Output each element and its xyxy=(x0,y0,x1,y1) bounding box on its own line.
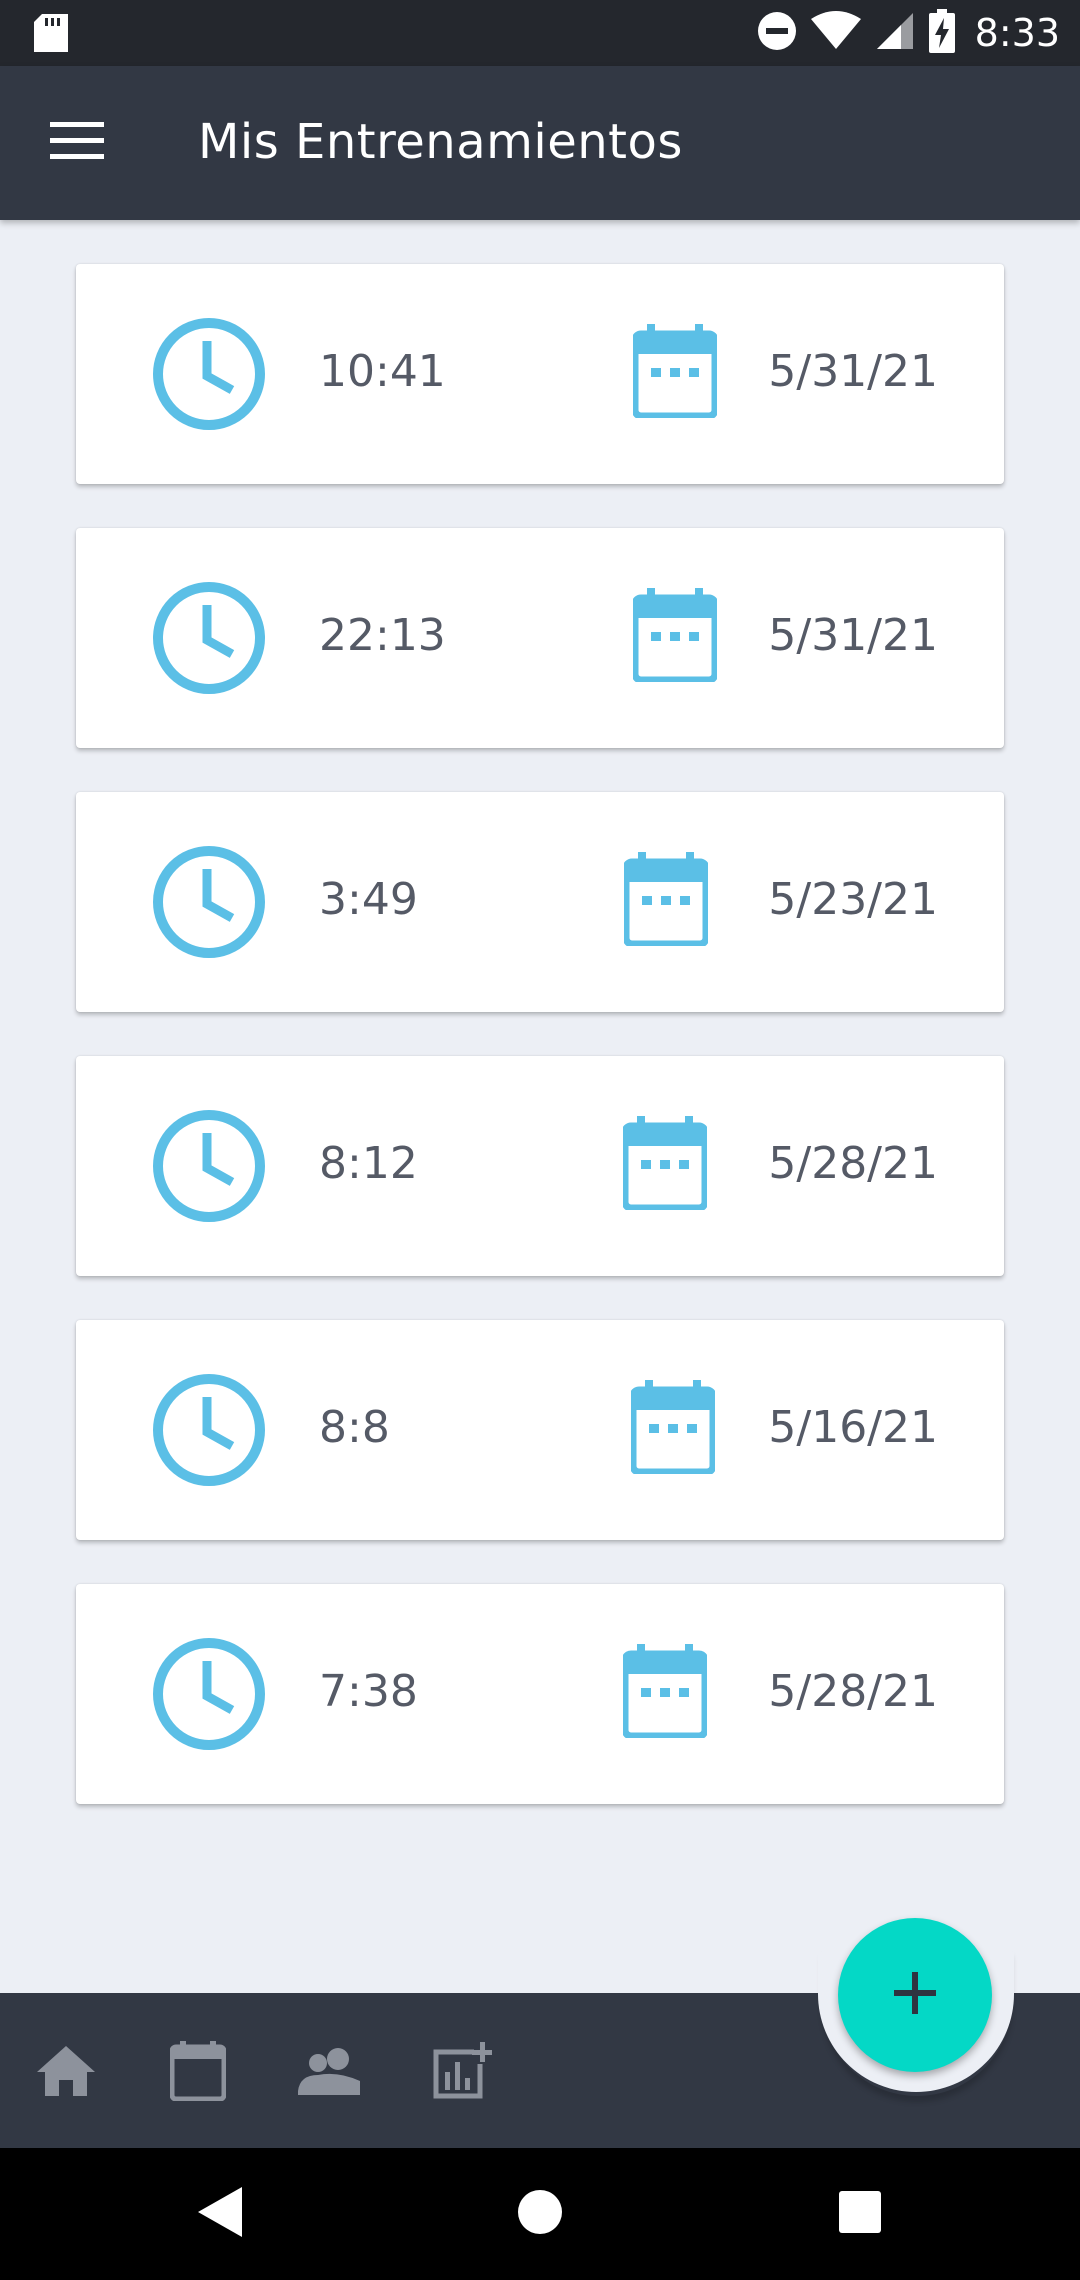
nav-add-stats[interactable] xyxy=(429,2040,495,2106)
workout-card[interactable]: 8:8 5/16/21 xyxy=(76,1320,1004,1540)
workout-date: 5/16/21 xyxy=(768,1402,938,1453)
calendar-icon xyxy=(622,852,724,952)
people-icon xyxy=(298,2047,362,2099)
clock-icon xyxy=(152,1109,266,1223)
menu-button[interactable] xyxy=(40,112,114,174)
system-nav-bar xyxy=(0,2148,1080,2280)
recents-icon xyxy=(839,2191,881,2237)
plus-icon xyxy=(894,1972,936,2018)
app-bar: Mis Entrenamientos xyxy=(0,66,1080,220)
workout-date: 5/31/21 xyxy=(768,610,938,661)
workout-duration: 22:13 xyxy=(319,610,446,661)
clock-icon xyxy=(152,317,266,431)
workout-date: 5/28/21 xyxy=(768,1138,938,1189)
clock-time: 8:33 xyxy=(974,11,1060,55)
clock-icon xyxy=(152,581,266,695)
system-back-button[interactable] xyxy=(180,2174,260,2254)
nav-home[interactable] xyxy=(33,2040,99,2106)
battery-charging-icon xyxy=(928,9,955,57)
calendar-icon xyxy=(169,2041,227,2105)
calendar-icon xyxy=(621,1644,723,1744)
workout-duration: 10:41 xyxy=(319,346,446,397)
system-recents-button[interactable] xyxy=(820,2174,900,2254)
system-home-button[interactable] xyxy=(500,2174,580,2254)
do-not-disturb-icon xyxy=(757,11,797,55)
add-chart-icon xyxy=(432,2042,492,2104)
workout-duration: 8:8 xyxy=(319,1402,390,1453)
nav-people[interactable] xyxy=(297,2040,363,2106)
add-workout-fab[interactable] xyxy=(838,1918,992,2072)
status-bar: 8:33 xyxy=(0,0,1080,66)
home-circle-icon xyxy=(517,2189,563,2239)
workout-duration: 3:49 xyxy=(319,874,418,925)
calendar-icon xyxy=(631,324,733,424)
calendar-icon xyxy=(631,588,733,688)
workout-duration: 7:38 xyxy=(319,1666,418,1717)
clock-icon xyxy=(152,845,266,959)
page-title: Mis Entrenamientos xyxy=(198,114,683,170)
workout-date: 5/31/21 xyxy=(768,346,938,397)
clock-icon xyxy=(152,1637,266,1751)
clock-icon xyxy=(152,1373,266,1487)
workout-date: 5/28/21 xyxy=(768,1666,938,1717)
workout-card[interactable]: 22:13 5/31/21 xyxy=(76,528,1004,748)
workout-card[interactable]: 10:41 5/31/21 xyxy=(76,264,1004,484)
sd-card-icon xyxy=(34,14,68,56)
signal-icon xyxy=(875,11,915,55)
calendar-icon xyxy=(621,1116,723,1216)
nav-calendar[interactable] xyxy=(165,2040,231,2106)
wifi-icon xyxy=(810,11,861,55)
workout-card[interactable]: 8:12 5/28/21 xyxy=(76,1056,1004,1276)
workout-date: 5/23/21 xyxy=(768,874,938,925)
menu-icon xyxy=(50,122,104,164)
workout-card[interactable]: 7:38 5/28/21 xyxy=(76,1584,1004,1804)
home-icon xyxy=(37,2046,95,2100)
back-icon xyxy=(198,2187,242,2241)
calendar-icon xyxy=(629,1380,731,1480)
workout-duration: 8:12 xyxy=(319,1138,418,1189)
workout-card[interactable]: 3:49 5/23/21 xyxy=(76,792,1004,1012)
